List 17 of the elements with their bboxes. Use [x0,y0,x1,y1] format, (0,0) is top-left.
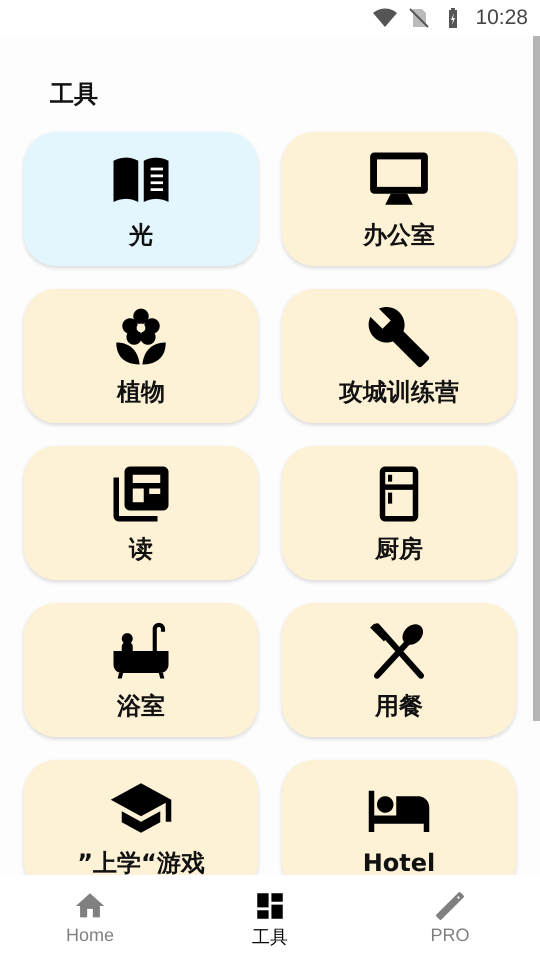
tool-card[interactable]: 光 [24,132,258,266]
nav-tab[interactable]: PRO [360,875,540,960]
wrench-icon [366,304,432,370]
tool-card[interactable]: 浴室 [24,603,258,737]
no-sim-icon [407,6,432,30]
tool-card[interactable]: 厨房 [282,446,516,580]
tool-card[interactable]: 用餐 [282,603,516,737]
page-title: 工具 [50,79,99,110]
tool-card[interactable]: ”上学“游戏 [24,760,258,875]
nav-tab[interactable]: Home [0,875,180,960]
nav-tab[interactable]: 工具 [180,875,360,960]
tool-card[interactable]: Hotel [282,760,516,875]
tool-card[interactable]: 读 [24,446,258,580]
tool-card[interactable]: 攻城训练营 [282,289,516,423]
tool-card[interactable]: 植物 [24,289,258,423]
tool-card[interactable]: 办公室 [282,132,516,266]
clock-time: 10:28 [475,6,528,30]
